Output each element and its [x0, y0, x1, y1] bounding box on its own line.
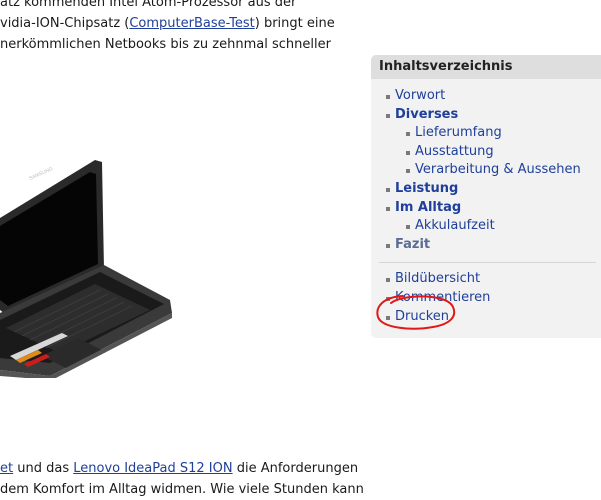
computerbase-test-link[interactable]: ComputerBase-Test: [129, 16, 254, 31]
article-text: ) bringt eine: [254, 16, 335, 31]
drucken-link[interactable]: Drucken: [395, 309, 449, 324]
toc-extras-list: Bildübersicht Kommentieren Drucken: [371, 270, 601, 326]
toc-item-vorwort: Vorwort: [386, 87, 601, 106]
toc-link-vorwort[interactable]: Vorwort: [395, 88, 445, 103]
laptop-brand-label: SAMSUNG: [28, 166, 54, 182]
article-line: nerkömmlichen Netbooks bis zu zehnmal sc…: [0, 37, 331, 52]
article-link-et[interactable]: et: [0, 461, 13, 476]
toc-item-fazit: Fazit: [386, 236, 601, 255]
toc-link-ausstattung[interactable]: Ausstattung: [415, 144, 494, 159]
toc-item-ausstattung: Ausstattung: [406, 143, 601, 162]
toc-divider: [379, 262, 596, 264]
toc-link-verarbeitung[interactable]: Verarbeitung & Aussehen: [415, 162, 581, 177]
article-line: atz kommenden Intel Atom-Prozessor aus d…: [0, 0, 297, 10]
toc-item-drucken: Drucken: [386, 308, 601, 327]
article-text: vidia-ION-Chipsatz (: [0, 16, 130, 31]
bilduebersicht-link[interactable]: Bildübersicht: [395, 271, 480, 286]
toc-item-im-alltag: Im Alltag: [386, 199, 601, 218]
article-text: die Anforderungen: [232, 461, 359, 476]
article-text-top: atz kommenden Intel Atom-Prozessor aus d…: [0, 0, 335, 55]
article-text: und das: [13, 461, 74, 476]
toc-title: Inhaltsverzeichnis: [371, 55, 601, 79]
toc-link-fazit[interactable]: Fazit: [395, 237, 430, 252]
toc-item-leistung: Leistung: [386, 180, 601, 199]
toc-item-verarbeitung: Verarbeitung & Aussehen: [406, 161, 601, 180]
toc-link-diverses[interactable]: Diverses: [395, 107, 458, 122]
laptop-image: SAMSUNG: [0, 160, 172, 378]
kommentieren-link[interactable]: Kommentieren: [395, 290, 490, 305]
article-line: dem Komfort im Alltag widmen. Wie viele …: [0, 482, 364, 497]
table-of-contents: Inhaltsverzeichnis Vorwort Diverses Lief…: [371, 55, 601, 338]
article-line: vidia-ION-Chipsatz (ComputerBase-Test) b…: [0, 13, 335, 34]
toc-link-lieferumfang[interactable]: Lieferumfang: [415, 125, 502, 140]
toc-item-kommentieren: Kommentieren: [386, 289, 601, 308]
toc-link-akkulaufzeit[interactable]: Akkulaufzeit: [415, 218, 495, 233]
toc-link-im-alltag[interactable]: Im Alltag: [395, 200, 461, 215]
lenovo-ideapad-link[interactable]: Lenovo IdeaPad S12 ION: [73, 461, 232, 476]
article-line: et und das Lenovo IdeaPad S12 ION die An…: [0, 458, 364, 479]
toc-item-akkulaufzeit: Akkulaufzeit: [406, 217, 601, 236]
toc-item-bilduebersicht: Bildübersicht: [386, 270, 601, 289]
article-text-bottom: et und das Lenovo IdeaPad S12 ION die An…: [0, 458, 364, 500]
toc-item-diverses: Diverses: [386, 106, 601, 125]
toc-item-lieferumfang: Lieferumfang: [406, 124, 601, 143]
toc-link-leistung[interactable]: Leistung: [395, 181, 458, 196]
toc-list: Vorwort Diverses Lieferumfang Ausstattun…: [371, 79, 601, 254]
